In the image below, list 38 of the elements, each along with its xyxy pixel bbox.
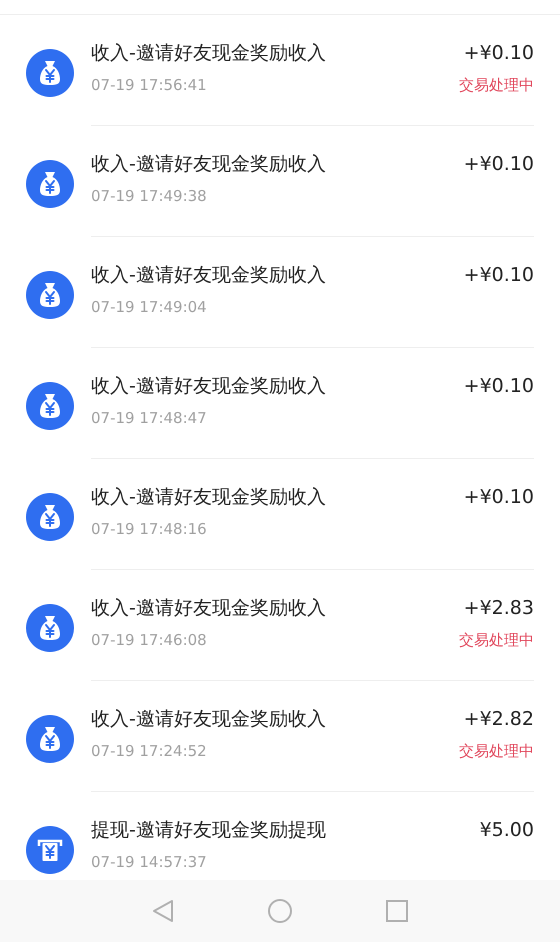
transaction-amount: +¥0.10 (464, 263, 534, 288)
transaction-time: 07-19 17:24:52 (91, 741, 208, 761)
transaction-amount: +¥2.83 (464, 596, 534, 621)
transaction-amount: +¥2.82 (464, 707, 534, 732)
transaction-amount: ¥5.00 (480, 818, 534, 843)
transaction-time: 07-19 14:57:37 (91, 852, 208, 872)
transaction-title: 收入-邀请好友现金奖励收入 (91, 263, 327, 288)
transaction-title: 收入-邀请好友现金奖励收入 (91, 41, 327, 66)
transaction-title: 收入-邀请好友现金奖励收入 (91, 152, 327, 177)
transaction-status: 交易处理中 (459, 741, 534, 761)
money-bag-icon (26, 271, 74, 319)
transaction-amount: +¥0.10 (464, 152, 534, 177)
recent-apps-icon[interactable] (386, 900, 408, 922)
money-bag-icon (26, 49, 74, 97)
transaction-time: 07-19 17:49:04 (91, 297, 208, 317)
transaction-time: 07-19 17:49:38 (91, 186, 208, 206)
money-bag-icon (26, 160, 74, 208)
transaction-amount: +¥0.10 (464, 374, 534, 399)
back-icon[interactable] (152, 899, 174, 923)
cash-machine-icon (26, 826, 74, 874)
transaction-amount: +¥0.10 (464, 41, 534, 66)
transaction-title: 收入-邀请好友现金奖励收入 (91, 485, 327, 510)
money-bag-icon (26, 382, 74, 430)
money-bag-icon (26, 493, 74, 541)
transaction-status: 交易处理中 (459, 630, 534, 650)
transaction-time: 07-19 17:48:47 (91, 408, 208, 428)
home-icon[interactable] (268, 899, 292, 923)
money-bag-icon (26, 604, 74, 652)
transaction-time: 07-19 17:46:08 (91, 630, 208, 650)
transaction-amount: +¥0.10 (464, 485, 534, 510)
transaction-title: 收入-邀请好友现金奖励收入 (91, 707, 327, 732)
transaction-time: 07-19 17:56:41 (91, 75, 208, 95)
transaction-time: 07-19 17:48:16 (91, 519, 208, 539)
transaction-title: 收入-邀请好友现金奖励收入 (91, 596, 327, 621)
transaction-status: 交易处理中 (459, 75, 534, 95)
money-bag-icon (26, 715, 74, 763)
transaction-title: 提现-邀请好友现金奖励提现 (91, 818, 327, 843)
transaction-title: 收入-邀请好友现金奖励收入 (91, 374, 327, 399)
